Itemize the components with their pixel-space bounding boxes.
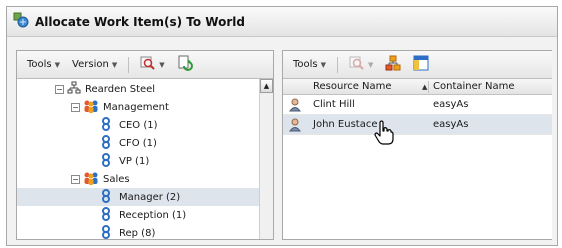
column-header-resource-name[interactable]: Resource Name [313, 81, 392, 92]
allocate-world-icon [13, 12, 29, 31]
collapse-icon[interactable]: − [71, 174, 80, 184]
tree-item-vp[interactable]: VP (1) [17, 152, 259, 170]
role-icon [101, 116, 111, 134]
chevron-down-icon: ▼ [159, 60, 165, 69]
tree-scrollbar[interactable]: ▲ [259, 79, 273, 239]
left-toolbar: Tools ▼ Version ▼ ▼ [17, 51, 273, 79]
refresh-document-icon [177, 55, 193, 74]
tree-item-label: Manager (2) [119, 191, 181, 203]
layout-toggle-button[interactable] [409, 55, 433, 74]
grid-header: Resource Name ▲ Container Name [283, 79, 552, 95]
column-header-container-name[interactable]: Container Name [433, 81, 515, 92]
tree-item-label: VP (1) [119, 155, 150, 167]
hierarchy-icon [385, 55, 401, 74]
tools-menu-label: Tools [293, 59, 318, 70]
table-row[interactable]: Clint Hill easyAs [283, 95, 552, 115]
refresh-button[interactable] [173, 55, 197, 74]
search-button-disabled[interactable]: ▼ [345, 55, 377, 74]
tree-item-cfo[interactable]: CFO (1) [17, 134, 259, 152]
chevron-down-icon: ▼ [111, 60, 118, 69]
container-name-cell: easyAs [433, 119, 469, 130]
toolbar-divider [337, 56, 339, 73]
column-divider[interactable] [428, 81, 429, 93]
group-icon [83, 171, 99, 188]
hand-pointer-cursor-icon [374, 120, 394, 149]
org-chart-icon [67, 81, 81, 98]
tree-item-label: Rearden Steel [85, 83, 156, 95]
tree-item-rearden-steel[interactable]: − Rearden Steel [17, 80, 259, 98]
toolbar-divider [128, 56, 130, 73]
tree-item-label: Rep (8) [119, 227, 156, 239]
version-menu-button[interactable]: Version ▼ [68, 59, 121, 70]
right-toolbar: Tools ▼ ▼ [283, 51, 552, 79]
tree-item-management[interactable]: − Management [17, 98, 259, 116]
role-icon [101, 134, 111, 152]
scroll-up-arrow-icon[interactable]: ▲ [260, 79, 273, 93]
tree-item-label: Sales [103, 173, 130, 185]
version-menu-label: Version [72, 59, 109, 70]
org-tree-panel: Tools ▼ Version ▼ ▼ − Rearden Steel − Ma… [16, 50, 274, 240]
tree-item-ceo[interactable]: CEO (1) [17, 116, 259, 134]
tree-item-sales[interactable]: − Sales [17, 170, 259, 188]
chevron-down-icon: ▼ [54, 60, 61, 69]
resource-name-cell: John Eustace [313, 119, 378, 130]
hierarchy-button[interactable] [381, 55, 405, 74]
role-icon [101, 224, 111, 240]
collapse-icon[interactable]: − [55, 84, 64, 94]
group-icon [83, 99, 99, 116]
tools-menu-label: Tools [27, 59, 52, 70]
collapse-icon[interactable]: − [71, 102, 80, 112]
resource-name-cell: Clint Hill [313, 99, 355, 110]
table-row[interactable]: John Eustace easyAs [283, 115, 552, 135]
tree-item-reception[interactable]: Reception (1) [17, 206, 259, 224]
tools-menu-button[interactable]: Tools ▼ [289, 59, 330, 70]
tree-item-label: Management [103, 101, 169, 113]
role-icon [101, 152, 111, 170]
search-people-icon [140, 55, 156, 74]
tree-item-manager[interactable]: Manager (2) [17, 188, 259, 206]
tools-menu-button[interactable]: Tools ▼ [23, 59, 64, 70]
chevron-down-icon: ▼ [368, 60, 374, 69]
tree-item-rep[interactable]: Rep (8) [17, 224, 259, 240]
layout-panel-icon [413, 55, 429, 74]
org-tree: − Rearden Steel − Management CEO (1) CFO… [17, 79, 273, 239]
window-title: Allocate Work Item(s) To World [35, 14, 245, 29]
chevron-down-icon: ▼ [320, 60, 327, 69]
person-icon [289, 118, 301, 135]
role-icon [101, 188, 111, 206]
person-icon [289, 98, 301, 115]
container-name-cell: easyAs [433, 99, 469, 110]
search-button[interactable]: ▼ [136, 55, 168, 74]
role-icon [101, 206, 111, 224]
title-bar: Allocate Work Item(s) To World [7, 7, 557, 37]
tree-item-label: CFO (1) [119, 137, 157, 149]
sort-ascending-icon: ▲ [422, 82, 428, 91]
resource-panel: Tools ▼ ▼ Resource Name ▲ Container Name… [282, 50, 552, 240]
search-people-icon [349, 55, 365, 74]
tree-item-label: Reception (1) [119, 209, 187, 221]
tree-item-label: CEO (1) [119, 119, 158, 131]
